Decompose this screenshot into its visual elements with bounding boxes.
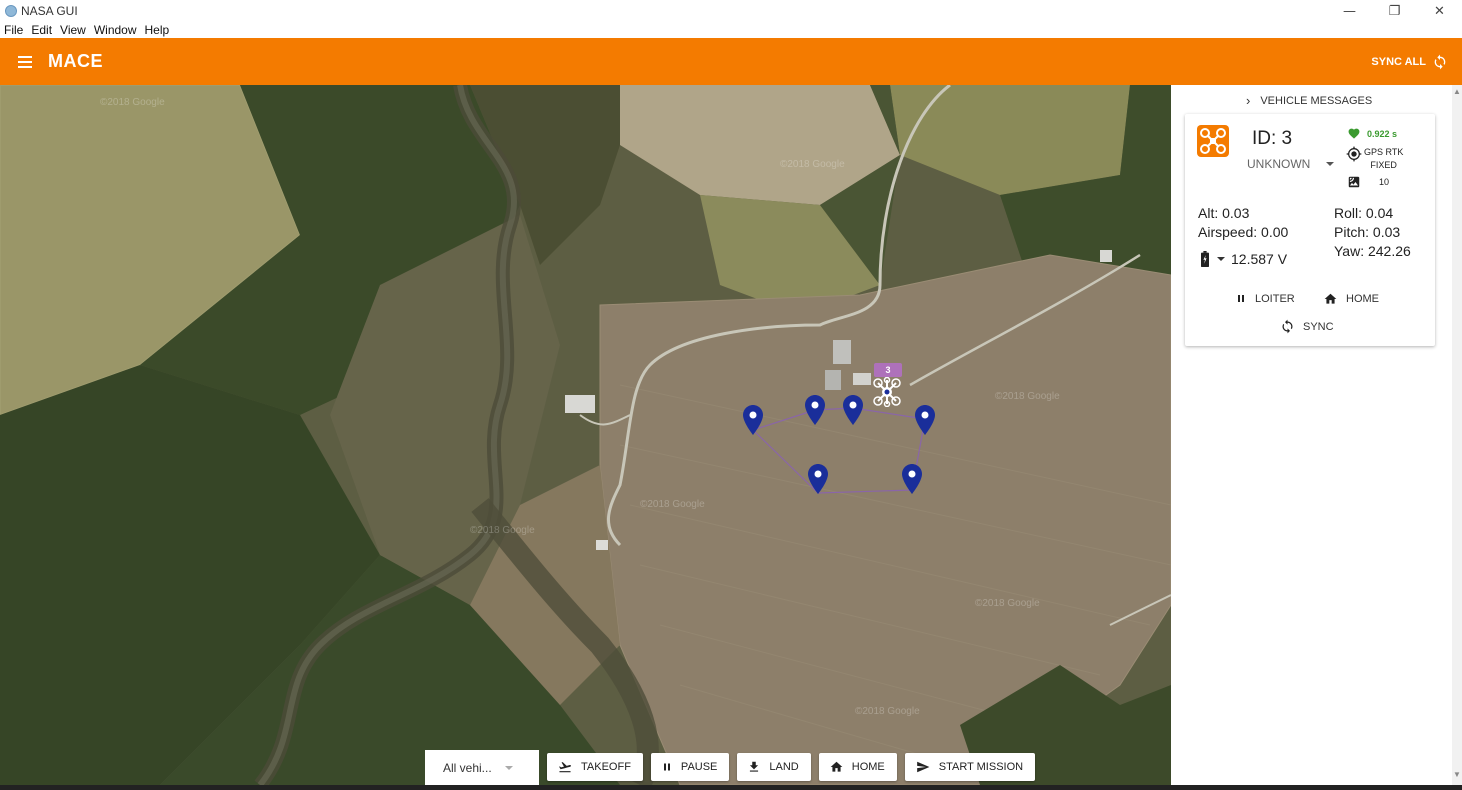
- altitude-readout: Alt: 0.03: [1198, 205, 1250, 221]
- satellite-map[interactable]: ©2018 Google ©2018 Google ©2018 Google ©…: [0, 85, 1171, 785]
- vehicle-messages-toggle[interactable]: › VEHICLE MESSAGES: [1246, 93, 1372, 108]
- battery-voltage: 12.587 V: [1231, 251, 1288, 267]
- waypoint-pin[interactable]: [805, 395, 825, 425]
- send-icon: [916, 761, 930, 773]
- app-icon: [5, 5, 17, 17]
- vehicle-card[interactable]: ID: 3 UNKNOWN 0.922 s GPS RTK FIXED 10 A…: [1185, 114, 1435, 346]
- sync-icon: [1434, 54, 1446, 69]
- mode-dropdown-icon[interactable]: [1326, 162, 1334, 166]
- pitch-readout: Pitch: 0.03: [1334, 224, 1401, 240]
- menubar: File Edit View Window Help: [0, 22, 1462, 38]
- pause-button[interactable]: PAUSE: [650, 753, 730, 781]
- menu-window[interactable]: Window: [94, 23, 137, 37]
- vehicle-command-toolbar: All vehi... TAKEOFF PAUSE LAND HOME STAR…: [425, 750, 1036, 786]
- heart-icon: [1348, 128, 1360, 139]
- waypoint-pin[interactable]: [902, 464, 922, 494]
- vehicle-sync-button[interactable]: SYNC: [1280, 319, 1334, 334]
- vehicle-select-dropdown[interactable]: All vehi...: [425, 750, 539, 786]
- satellite-icon: [1348, 176, 1360, 188]
- window-bottom-edge: [0, 785, 1462, 790]
- satellite-count: 10: [1347, 175, 1389, 189]
- waypoint-pin[interactable]: [808, 464, 828, 494]
- menu-help[interactable]: Help: [145, 23, 170, 37]
- vehicle-messages-label: VEHICLE MESSAGES: [1260, 94, 1373, 107]
- window-titlebar: NASA GUI — ❐ ✕: [0, 0, 1462, 22]
- close-button[interactable]: ✕: [1417, 0, 1462, 22]
- heartbeat-status: 0.922 s: [1347, 127, 1397, 140]
- menu-edit[interactable]: Edit: [31, 23, 52, 37]
- battery-icon: [1201, 251, 1209, 267]
- waypoint-pin[interactable]: [915, 405, 935, 435]
- home-button[interactable]: HOME: [818, 753, 897, 781]
- vehicle-marker-label: 3: [874, 363, 902, 377]
- minimize-button[interactable]: —: [1327, 0, 1372, 22]
- map-watermark: ©2018 Google: [780, 159, 845, 170]
- waypoint-pin[interactable]: [743, 405, 763, 435]
- vehicle-mode[interactable]: UNKNOWN: [1247, 157, 1310, 171]
- land-button[interactable]: LAND: [737, 753, 811, 781]
- heartbeat-value: 0.922 s: [1367, 128, 1398, 139]
- map-imagery: [0, 85, 1171, 785]
- vehicle-home-button[interactable]: HOME: [1323, 292, 1379, 306]
- scroll-up-icon[interactable]: ▲: [1453, 87, 1461, 96]
- gps-status: GPS RTK FIXED: [1346, 146, 1403, 172]
- panel-scrollbar[interactable]: [1452, 85, 1462, 785]
- gps-icon: [1346, 146, 1362, 162]
- waypoint-pin[interactable]: [843, 395, 863, 425]
- roll-readout: Roll: 0.04: [1334, 205, 1394, 221]
- gps-fix-type: GPS RTK: [1364, 147, 1404, 157]
- land-label: LAND: [769, 761, 799, 773]
- satellite-count-value: 10: [1379, 177, 1390, 187]
- vehicle-sync-label: SYNC: [1303, 320, 1334, 333]
- loiter-label: LOITER: [1255, 292, 1295, 305]
- takeoff-label: TAKEOFF: [581, 761, 631, 773]
- vehicle-select-value: All vehi...: [443, 761, 492, 775]
- pause-icon: [1238, 295, 1244, 302]
- map-watermark: ©2018 Google: [975, 598, 1040, 609]
- sync-icon: [1282, 319, 1293, 334]
- app-bar: MACE SYNC ALL: [0, 38, 1462, 85]
- window-controls: — ❐ ✕: [1327, 0, 1462, 22]
- land-icon: [750, 761, 759, 772]
- drone-icon: [1197, 125, 1229, 157]
- map-watermark: ©2018 Google: [855, 706, 920, 717]
- chevron-down-icon: [505, 766, 513, 770]
- takeoff-button[interactable]: TAKEOFF: [547, 753, 643, 781]
- map-watermark: ©2018 Google: [995, 391, 1060, 402]
- vehicle-id: ID: 3: [1252, 128, 1293, 149]
- scroll-down-icon[interactable]: ▼: [1453, 770, 1461, 779]
- yaw-readout: Yaw: 242.26: [1334, 243, 1411, 259]
- hamburger-menu-icon[interactable]: [18, 55, 32, 68]
- airspeed-readout: Airspeed: 0.00: [1198, 224, 1289, 240]
- home-icon: [1324, 293, 1337, 304]
- start-mission-label: START MISSION: [938, 761, 1024, 773]
- takeoff-icon: [559, 762, 571, 773]
- vehicle-home-label: HOME: [1346, 293, 1379, 305]
- home-icon: [830, 761, 843, 772]
- restore-button[interactable]: ❐: [1372, 0, 1417, 22]
- sync-all-button[interactable]: SYNC ALL: [1371, 38, 1448, 85]
- menu-view[interactable]: View: [60, 23, 86, 37]
- battery-dropdown-icon[interactable]: [1217, 257, 1225, 261]
- pause-icon: [663, 763, 670, 771]
- map-watermark: ©2018 Google: [640, 499, 705, 510]
- chevron-right-icon: ›: [1246, 93, 1251, 108]
- home-label: HOME: [851, 761, 885, 773]
- drone-marker-icon[interactable]: [872, 377, 902, 407]
- pause-label: PAUSE: [680, 761, 718, 773]
- loiter-button[interactable]: LOITER: [1235, 292, 1295, 305]
- window-title: NASA GUI: [21, 4, 78, 18]
- sync-all-label: SYNC ALL: [1371, 55, 1426, 68]
- menu-file[interactable]: File: [4, 23, 23, 37]
- battery-status: 12.587 V: [1201, 251, 1287, 267]
- map-watermark: ©2018 Google: [470, 525, 535, 536]
- gps-fix-status: FIXED: [1370, 160, 1397, 170]
- app-title: MACE: [48, 51, 103, 71]
- map-watermark: ©2018 Google: [100, 97, 165, 108]
- start-mission-button[interactable]: START MISSION: [904, 753, 1036, 781]
